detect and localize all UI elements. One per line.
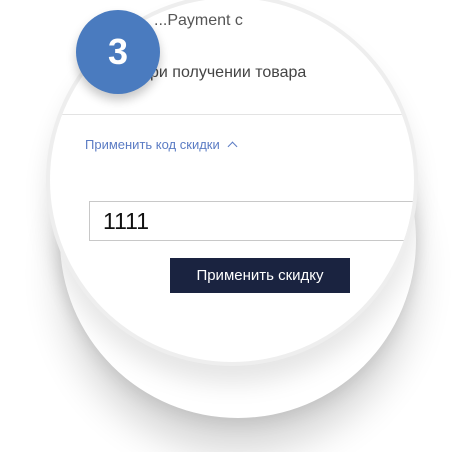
- payment-method-title: ...Payment с: [154, 12, 243, 29]
- step-number: 3: [107, 31, 129, 72]
- apply-discount-label: Применить скидку: [196, 267, 324, 284]
- zoom-illustration: ...Payment с а при получении товара Прим…: [0, 0, 452, 452]
- discount-toggle-label: Применить код скидки: [85, 137, 220, 152]
- discount-code-input[interactable]: [89, 201, 414, 241]
- discount-code-toggle[interactable]: Применить код скидки: [85, 137, 238, 152]
- step-badge: 3: [76, 10, 160, 94]
- apply-discount-button[interactable]: Применить скидку: [170, 258, 350, 293]
- chevron-up-icon: [227, 141, 238, 152]
- divider: [50, 114, 414, 115]
